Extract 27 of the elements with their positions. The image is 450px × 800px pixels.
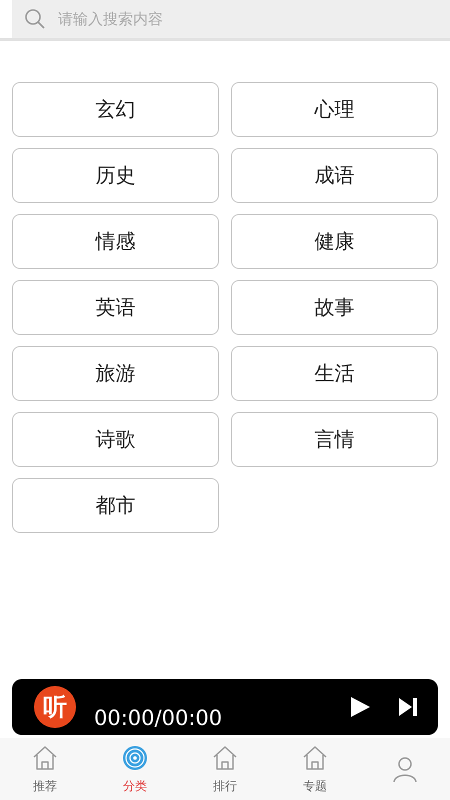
category-button[interactable]: 生活 — [231, 346, 438, 401]
skip-next-icon[interactable] — [398, 697, 418, 717]
playback-time: 00:00/00:00 — [94, 706, 224, 730]
disc-icon — [121, 744, 149, 772]
person-icon — [391, 755, 419, 783]
play-icon[interactable] — [348, 695, 372, 719]
category-button[interactable]: 诗歌 — [12, 412, 219, 467]
search-field[interactable]: 请输入搜索内容 — [12, 0, 450, 38]
category-button[interactable]: 英语 — [12, 280, 219, 335]
category-button[interactable]: 都市 — [12, 478, 219, 533]
home-icon — [301, 744, 329, 772]
category-button[interactable]: 健康 — [231, 214, 438, 269]
category-button[interactable]: 历史 — [12, 148, 219, 203]
home-icon — [31, 744, 59, 772]
category-button[interactable]: 心理 — [231, 82, 438, 137]
category-button[interactable]: 成语 — [231, 148, 438, 203]
category-button[interactable]: 言情 — [231, 412, 438, 467]
nav-tab[interactable]: 分类 — [90, 738, 180, 800]
category-button[interactable]: 情感 — [12, 214, 219, 269]
nav-tab[interactable]: 排行 — [180, 738, 270, 800]
category-button[interactable]: 玄幻 — [12, 82, 219, 137]
nav-tab[interactable]: 专题 — [270, 738, 360, 800]
home-icon — [211, 744, 239, 772]
nav-tab[interactable]: 推荐 — [0, 738, 90, 800]
category-button[interactable]: 故事 — [231, 280, 438, 335]
category-button[interactable]: 旅游 — [12, 346, 219, 401]
app-logo: 听 — [34, 686, 76, 728]
